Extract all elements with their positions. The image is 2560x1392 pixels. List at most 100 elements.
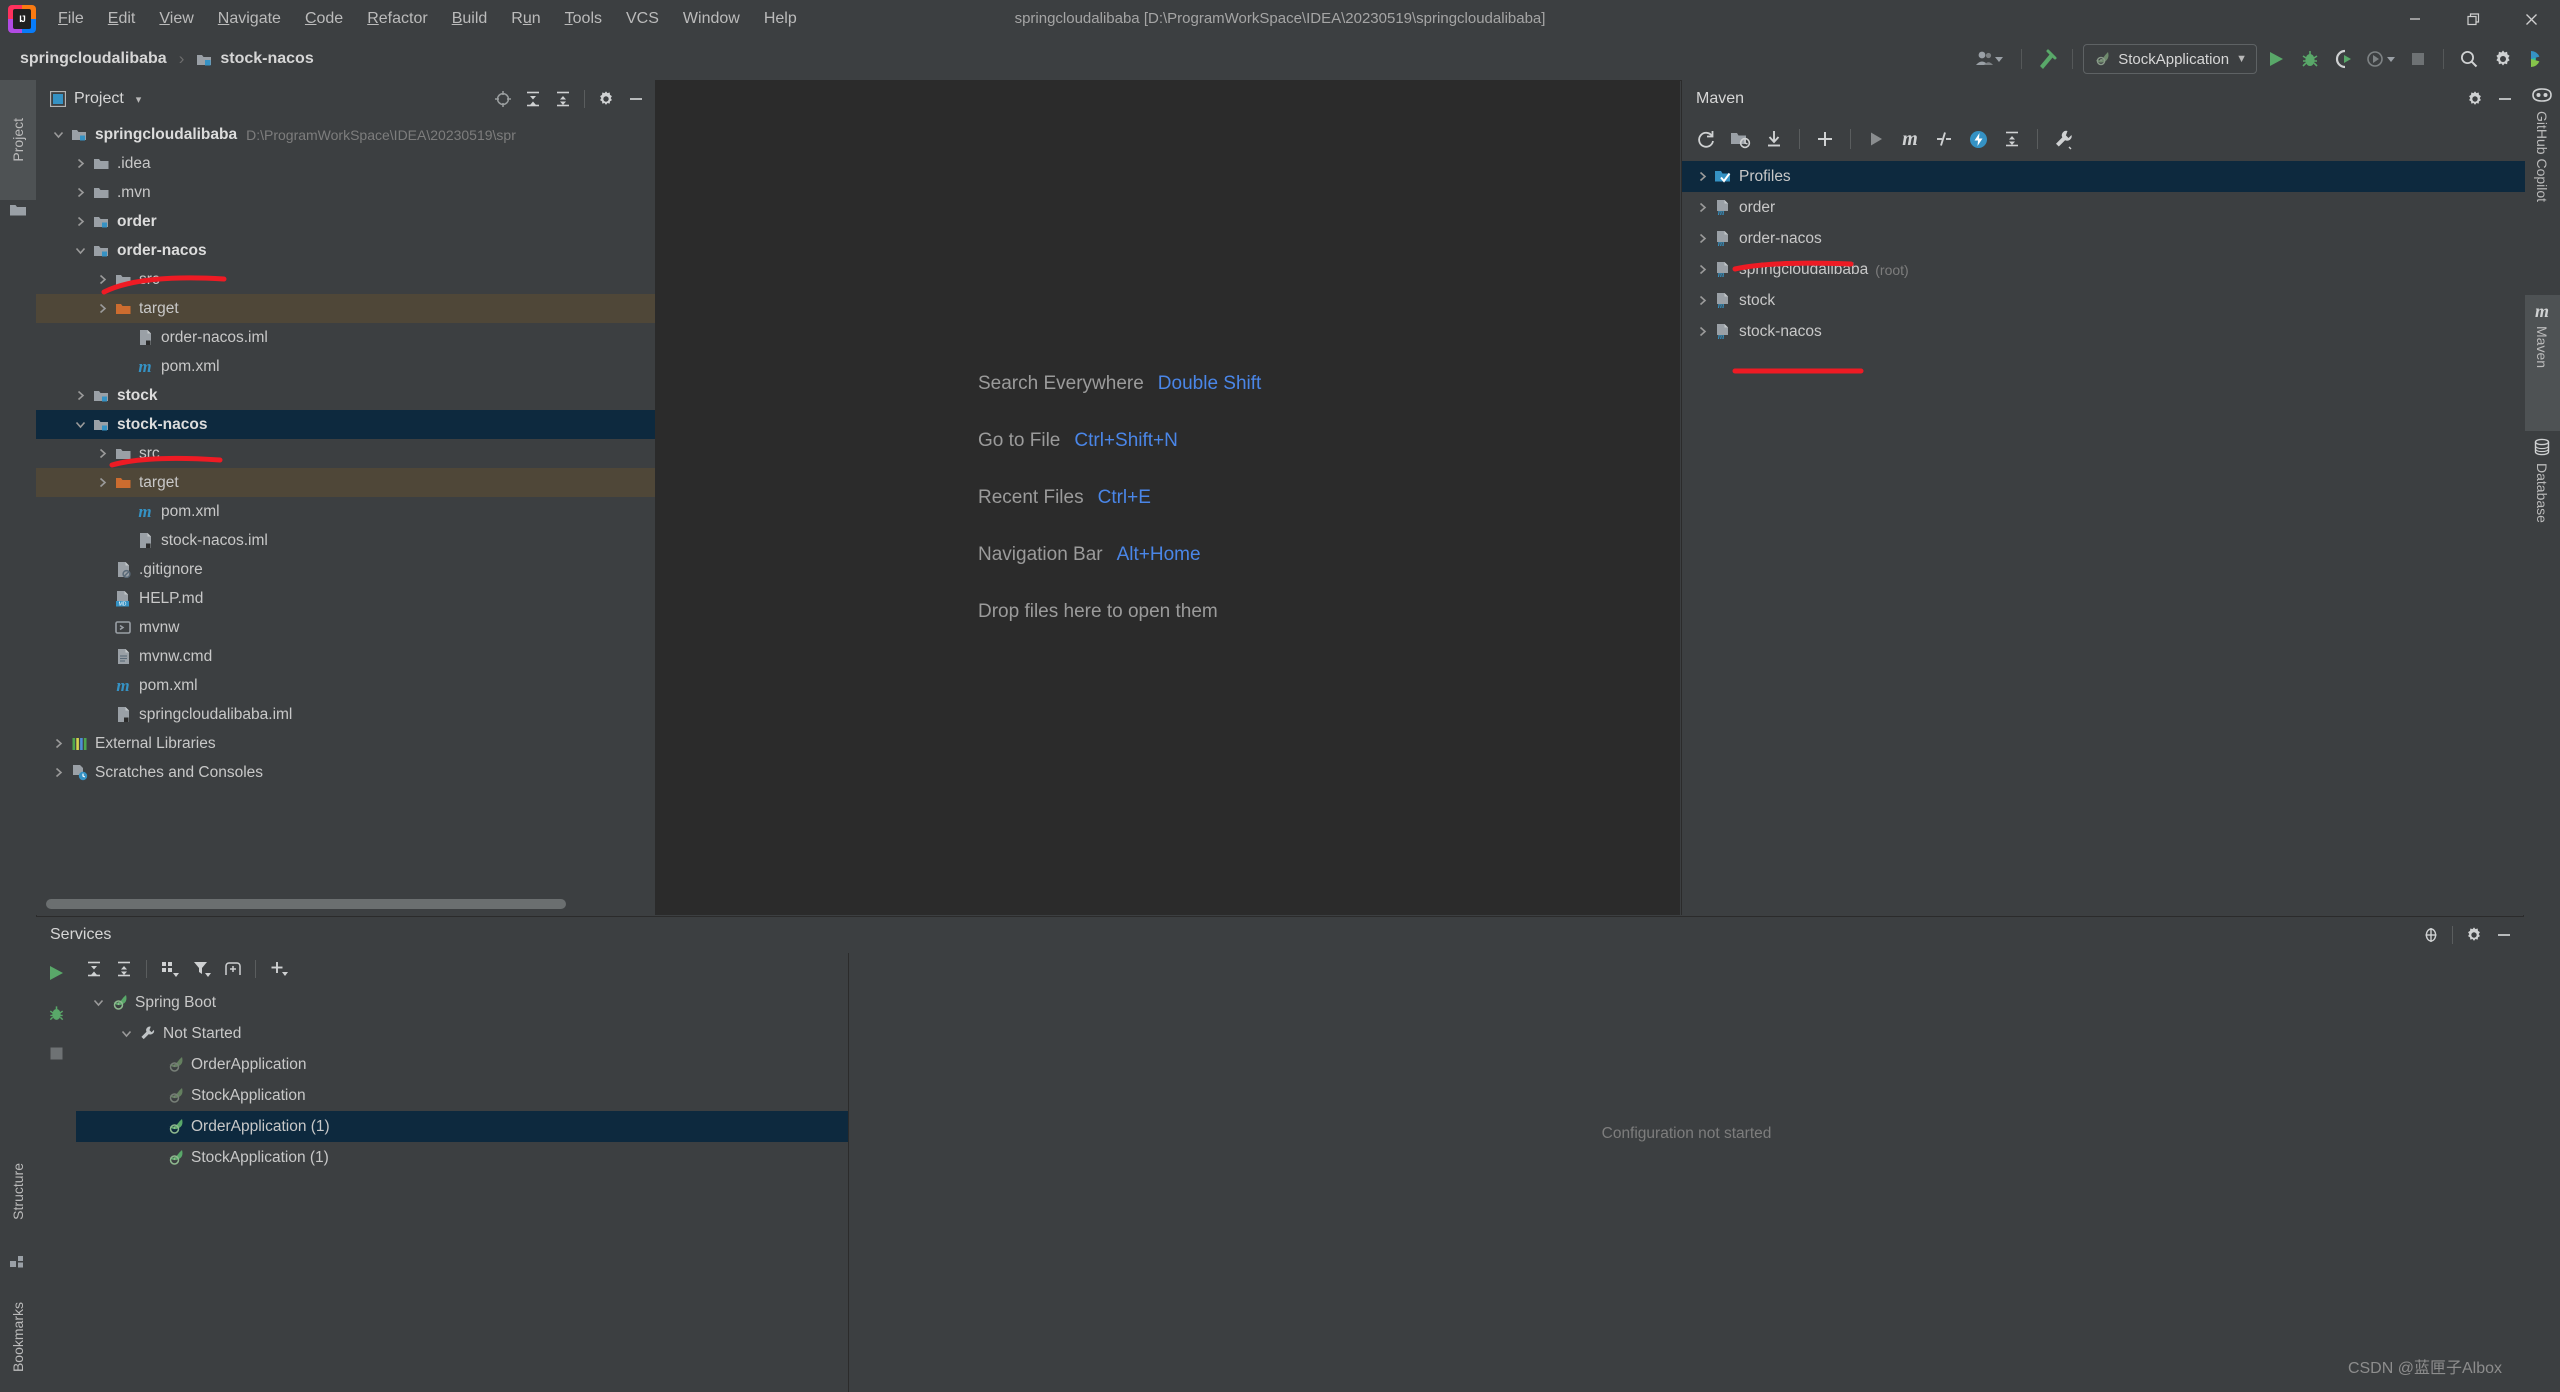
play-icon[interactable] — [2261, 44, 2291, 74]
chevron-right-icon[interactable] — [48, 738, 68, 749]
chevron-right-icon[interactable] — [1692, 295, 1712, 306]
stop-icon[interactable] — [2403, 44, 2433, 74]
project-tree[interactable]: springcloudalibaba D:\ProgramWorkSpace\ID… — [36, 118, 656, 895]
maven-tree[interactable]: Profiles m order m order-nacos m springcloudal… — [1682, 160, 2525, 915]
chevron-right-icon[interactable] — [1692, 202, 1712, 213]
maven-tree-node[interactable]: m springcloudalibaba (root) — [1682, 254, 2525, 285]
project-tree-node[interactable]: Scratches and Consoles — [36, 758, 656, 787]
services-tree-node[interactable]: StockApplication (1) — [76, 1142, 848, 1173]
run-configuration-selector[interactable]: StockApplication ▼ — [2083, 44, 2257, 74]
sidebar-item-bookmarks[interactable]: Bookmarks — [0, 1282, 36, 1392]
collapse-all-icon[interactable] — [1996, 123, 2028, 155]
menu-item-view[interactable]: View — [147, 0, 205, 38]
minus-icon[interactable] — [2490, 921, 2518, 949]
wrench-icon[interactable] — [2047, 123, 2079, 155]
project-tree-node[interactable]: m pom.xml — [36, 497, 656, 526]
project-tree-node[interactable]: order — [36, 207, 656, 236]
project-tree-node[interactable]: src — [36, 265, 656, 294]
maven-tree-node[interactable]: m order-nacos — [1682, 223, 2525, 254]
maven-tree-node[interactable]: m stock — [1682, 285, 2525, 316]
crosshair-icon[interactable] — [489, 85, 517, 113]
bug-icon[interactable] — [42, 999, 70, 1027]
stop-icon[interactable] — [42, 1039, 70, 1067]
maven-tree-node[interactable]: m order — [1682, 192, 2525, 223]
services-tree-node[interactable]: OrderApplication (1) — [76, 1111, 848, 1142]
project-horizontal-scrollbar[interactable] — [36, 895, 656, 915]
project-tree-node[interactable]: target — [36, 468, 656, 497]
project-tree-node[interactable]: stock-nacos — [36, 410, 656, 439]
expand-all-icon[interactable] — [519, 85, 547, 113]
shortcut-key[interactable]: Ctrl+E — [1098, 487, 1151, 509]
crosshair-icon[interactable] — [2417, 921, 2445, 949]
project-tree-node[interactable]: m pom.xml — [36, 352, 656, 381]
collapse-all-icon[interactable] — [549, 85, 577, 113]
filter-icon[interactable] — [187, 955, 217, 983]
chevron-right-icon[interactable] — [70, 158, 90, 169]
shortcut-key[interactable]: Double Shift — [1158, 373, 1262, 395]
menu-item-tools[interactable]: Tools — [553, 0, 614, 38]
project-tree-node[interactable]: order-nacos — [36, 236, 656, 265]
project-tree-node[interactable]: springcloudalibaba D:\ProgramWorkSpace\ID… — [36, 120, 656, 149]
services-tree-node[interactable]: StockApplication — [76, 1080, 848, 1111]
maven-tree-node[interactable]: Profiles — [1682, 161, 2525, 192]
shortcut-key[interactable]: Ctrl+Shift+N — [1074, 430, 1177, 452]
project-tree-node[interactable]: springcloudalibaba.iml — [36, 700, 656, 729]
services-tree-node[interactable]: OrderApplication — [76, 1049, 848, 1080]
folder-add-icon[interactable] — [1724, 123, 1756, 155]
breadcrumb-springcloudalibaba[interactable]: springcloudalibaba — [14, 45, 173, 73]
gear-icon[interactable] — [2488, 44, 2518, 74]
chevron-right-icon[interactable] — [92, 303, 112, 314]
project-tree-node[interactable]: stock — [36, 381, 656, 410]
maven-tree-node[interactable]: m stock-nacos — [1682, 316, 2525, 347]
close-button[interactable] — [2502, 0, 2560, 38]
menu-item-vcs[interactable]: VCS — [614, 0, 671, 38]
project-tree-node[interactable]: MD HELP.md — [36, 584, 656, 613]
breadcrumb-stock-nacos[interactable]: stock-nacos — [190, 45, 319, 73]
download-icon[interactable] — [1758, 123, 1790, 155]
menu-item-code[interactable]: Code — [293, 0, 355, 38]
project-tree-node[interactable]: External Libraries — [36, 729, 656, 758]
collapse-all-icon[interactable] — [110, 955, 138, 983]
project-tree-node[interactable]: target — [36, 294, 656, 323]
project-tree-node[interactable]: m pom.xml — [36, 671, 656, 700]
chevron-right-icon[interactable] — [1692, 326, 1712, 337]
menu-item-window[interactable]: Window — [671, 0, 752, 38]
chevron-right-icon[interactable] — [1692, 264, 1712, 275]
chevron-right-icon[interactable] — [1692, 171, 1712, 182]
project-tree-node[interactable]: .mvn — [36, 178, 656, 207]
chevron-right-icon[interactable] — [48, 767, 68, 778]
menu-item-refactor[interactable]: Refactor — [355, 0, 439, 38]
sidebar-item-project[interactable]: Project — [0, 80, 36, 200]
bug-icon[interactable] — [2295, 44, 2325, 74]
chevron-right-icon[interactable] — [92, 274, 112, 285]
hammer-icon[interactable] — [2032, 44, 2062, 74]
play-icon[interactable] — [42, 959, 70, 987]
minus-icon[interactable] — [622, 85, 650, 113]
chevron-right-icon[interactable] — [70, 390, 90, 401]
colorful-icon[interactable] — [2522, 44, 2552, 74]
project-tree-node[interactable]: stock-nacos.iml — [36, 526, 656, 555]
refresh-icon[interactable] — [1690, 123, 1722, 155]
minimize-button[interactable] — [2386, 0, 2444, 38]
plus-icon[interactable] — [1809, 123, 1841, 155]
chevron-down-icon[interactable]: ▾ — [136, 93, 142, 106]
chevron-down-icon[interactable] — [70, 419, 90, 430]
gear-icon[interactable] — [2460, 921, 2488, 949]
project-tree-node[interactable]: mvnw — [36, 613, 656, 642]
offline-bolt-icon[interactable] — [1962, 123, 1994, 155]
chevron-right-icon[interactable] — [1692, 233, 1712, 244]
menu-item-run[interactable]: Run — [499, 0, 552, 38]
services-tree-node[interactable]: Spring Boot — [76, 987, 848, 1018]
add-tab-icon[interactable] — [219, 955, 247, 983]
chevron-right-icon[interactable] — [70, 187, 90, 198]
minus-icon[interactable] — [2491, 85, 2519, 113]
sidebar-item-database[interactable]: Database — [2524, 432, 2560, 598]
sidebar-item-github-copilot[interactable]: GitHub Copilot — [2524, 80, 2560, 296]
maven-m-icon[interactable]: m — [1894, 123, 1926, 155]
chevron-right-icon[interactable] — [92, 477, 112, 488]
gear-icon[interactable] — [2461, 85, 2489, 113]
menu-item-navigate[interactable]: Navigate — [206, 0, 293, 38]
expand-all-icon[interactable] — [80, 955, 108, 983]
menu-item-build[interactable]: Build — [440, 0, 500, 38]
menu-item-file[interactable]: File — [46, 0, 96, 38]
